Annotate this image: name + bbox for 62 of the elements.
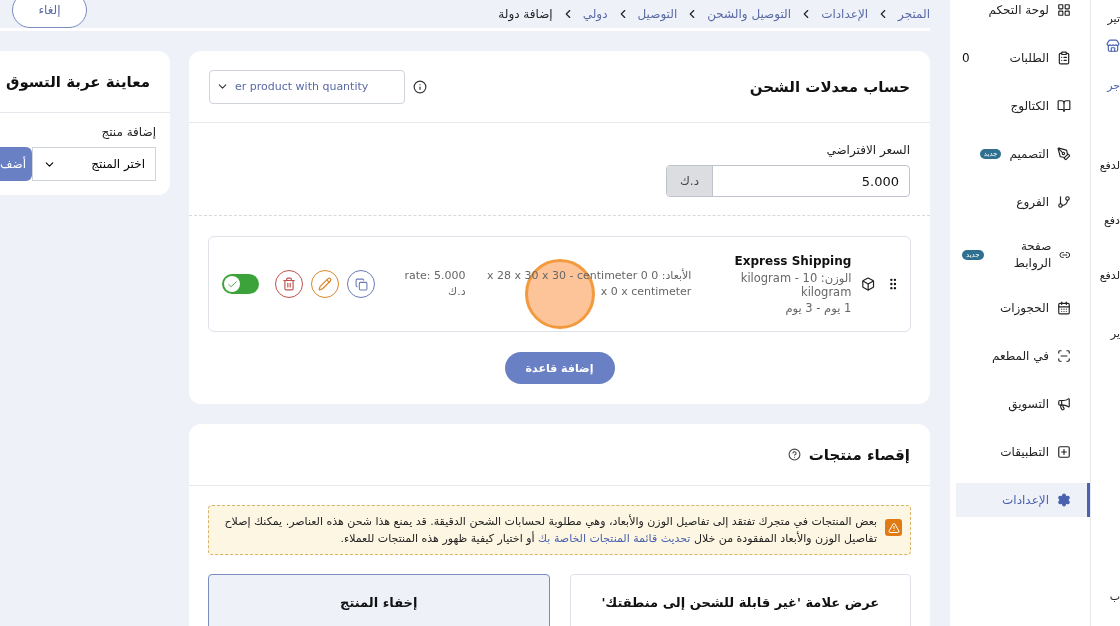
breadcrumb-link[interactable]: التوصيل — [637, 7, 678, 21]
sidebar-item[interactable]: التطبيقات — [956, 428, 1090, 476]
rail-label: ير — [1110, 327, 1120, 340]
pencil-icon — [318, 277, 332, 291]
product-select[interactable]: اختر المنتج — [32, 147, 156, 181]
help-icon — [787, 448, 801, 461]
add-button[interactable]: أضف — [0, 147, 32, 181]
sidebar-item[interactable]: الإعدادات — [956, 483, 1090, 517]
order-count: 0 — [962, 51, 970, 65]
pen-tool-icon — [1057, 147, 1071, 161]
grid-icon — [1057, 3, 1071, 17]
sidebar-item[interactable]: التسويق — [956, 380, 1090, 428]
enable-toggle[interactable] — [222, 274, 259, 294]
breadcrumb-link[interactable]: المتجر — [898, 7, 930, 21]
breadcrumb-current: إضافة دولة — [498, 7, 553, 21]
sidebar-item[interactable]: الحجوزات — [956, 284, 1090, 332]
copy-button[interactable] — [347, 270, 375, 298]
sidebar-item[interactable]: في المطعم — [956, 332, 1090, 380]
add-rule-button[interactable]: إضافة قاعدة — [504, 352, 615, 384]
rail-label: لدفع — [1099, 269, 1120, 282]
delete-button[interactable] — [275, 270, 303, 298]
alert-text: بعض المنتجات في متجرك تفتقد إلى تفاصيل الوزن والأبعاد، وهي مطلوبة لحسابات الشحن الدقيقة. قد يمنع هذا شحن هذه العناصر. يمكنك إصلاح تفاصيل الوزن والأبعاد المفقودة من خلال تحديث قائمة المنتجات الخاصة بك أو اختيار كيفية ظهور هذه المنتجات للعملاء. — [223, 513, 877, 547]
field-label: السعر الافتراضي — [825, 143, 910, 157]
info-icon — [413, 79, 427, 94]
panel-title: معاينة عربة التسوق — [6, 72, 150, 91]
rail-label: تير — [1107, 12, 1120, 25]
trash-icon — [282, 277, 296, 291]
edit-button[interactable] — [311, 270, 339, 298]
sidebar-item[interactable]: الكتالوج — [956, 82, 1090, 130]
rail-label: دفع — [1104, 214, 1120, 227]
scan-icon — [1057, 349, 1071, 363]
card-title: إقصاء منتجات — [808, 445, 910, 464]
rail-label: جر — [1107, 79, 1120, 92]
breadcrumb-link[interactable]: الإعدادات — [821, 7, 869, 21]
method-dropdown[interactable]: er product with quantity — [209, 69, 405, 104]
calendar-icon — [1057, 301, 1071, 315]
settings-icon — [1057, 493, 1071, 507]
sidebar-item[interactable]: لوحة التحكم — [956, 0, 1090, 34]
box-icon — [861, 276, 876, 292]
card-title: حساب معدلات الشحن — [749, 77, 910, 96]
rail-label: ب — [1109, 590, 1120, 603]
field-label: إضافة منتج — [100, 125, 156, 139]
clipboard-icon — [1057, 51, 1071, 65]
breadcrumb-link[interactable]: دولي — [582, 7, 608, 21]
rule-weight: الوزن: 10 - kilogram kilogram — [739, 271, 852, 299]
cancel-button[interactable]: إلغاء — [12, 0, 87, 28]
option-card[interactable]: عرض علامة 'غير قابلة للشحن إلى منطقتك' — [569, 574, 911, 626]
branch-icon — [1057, 195, 1071, 209]
rail-label: لدفع — [1099, 159, 1120, 172]
rule-rate: rate: 5.000 د.ك — [403, 268, 466, 300]
warning-icon — [885, 519, 902, 536]
megaphone-icon — [1057, 397, 1071, 411]
book-icon — [1057, 99, 1071, 113]
rule-name: Express Shipping — [734, 253, 852, 269]
plus-square-icon — [1057, 445, 1071, 459]
rule-duration: 1 يوم - 3 يوم — [785, 301, 852, 315]
copy-icon — [354, 277, 368, 291]
sidebar-item[interactable]: الفروع — [956, 178, 1090, 226]
store-icon — [1106, 39, 1120, 53]
breadcrumb-link[interactable]: التوصيل والشحن — [707, 7, 792, 21]
option-card[interactable]: إخفاء المنتج — [208, 574, 550, 626]
update-products-link[interactable]: تحديث قائمة المنتجات الخاصة بك — [538, 532, 691, 545]
